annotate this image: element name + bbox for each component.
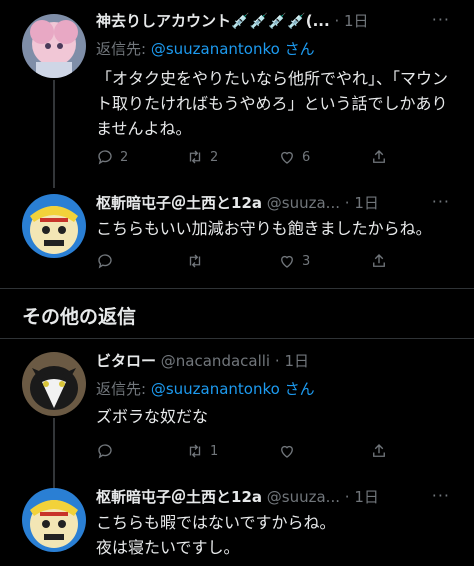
like-icon: [281, 151, 293, 164]
retweet-icon: [189, 254, 201, 268]
tweet-header: 枢斬暗屯子＠土西と12a @suuza... · 1日 ···: [96, 486, 464, 510]
like-count: 3: [302, 253, 311, 269]
reply-icon: [98, 254, 112, 269]
reply-button[interactable]: [96, 250, 120, 272]
more-icon[interactable]: ···: [432, 192, 450, 211]
divider: [0, 288, 474, 289]
reply-suffix: さん: [279, 40, 315, 58]
retweet-button[interactable]: 2: [186, 146, 218, 168]
share-icon: [373, 150, 385, 163]
avatar[interactable]: [22, 14, 86, 78]
tweet[interactable]: 枢斬暗屯子＠土西と12a @suuza... · 1日 ··· こちらもいい加減…: [0, 186, 474, 286]
tweet-header: ビタロー @nacandacalli · 1日: [96, 350, 464, 374]
avatar[interactable]: [22, 194, 86, 258]
retweet-icon: [189, 150, 201, 164]
retweet-button[interactable]: 1: [186, 440, 218, 462]
timestamp[interactable]: 1日: [344, 12, 369, 30]
separator-dot: ·: [344, 194, 350, 212]
reply-icon: [98, 444, 112, 459]
share-button[interactable]: [370, 146, 394, 168]
more-icon[interactable]: ···: [432, 486, 450, 505]
tweet[interactable]: 神去りしアカウント💉💉💉💉(... · 1日 ··· 返信先: @suuzana…: [0, 0, 474, 188]
separator-dot: ·: [344, 488, 350, 506]
reply-suffix: さん: [279, 380, 315, 398]
tweet-header: 枢斬暗屯子＠土西と12a @suuza... · 1日 ···: [96, 192, 464, 216]
retweet-button[interactable]: [186, 250, 210, 272]
display-name[interactable]: 枢斬暗屯子＠土西と12a: [96, 488, 262, 506]
user-handle[interactable]: @suuza...: [267, 488, 340, 506]
reply-mention-link[interactable]: @suuzanantonko: [151, 380, 280, 398]
tweet-text: こちらも暇ではないですからね。 夜は寝たいですし。: [96, 513, 336, 557]
tweet[interactable]: 枢斬暗屯子＠土西と12a @suuza... · 1日 ··· こちらも暇ではな…: [0, 480, 474, 566]
reply-to-label: 返信先:: [96, 380, 151, 398]
retweet-icon: [189, 444, 201, 458]
like-count: 6: [302, 149, 311, 165]
reply-icon: [98, 150, 112, 165]
like-button[interactable]: 6: [278, 146, 310, 168]
reply-button[interactable]: [96, 440, 120, 462]
timestamp[interactable]: 1日: [354, 194, 379, 212]
tweet-header: 神去りしアカウント💉💉💉💉(... · 1日 ···: [96, 10, 464, 34]
action-bar: 1: [96, 440, 396, 462]
retweet-count: 1: [210, 443, 219, 459]
reply-count: 2: [120, 149, 129, 165]
display-name[interactable]: ビタロー: [96, 352, 156, 370]
tweet-text: 「オタク史をやりたいなら他所でやれ」、「マウント取りたければもうやめろ」という話…: [96, 69, 449, 138]
user-handle[interactable]: @nacandacalli: [161, 352, 270, 370]
timestamp[interactable]: 1日: [284, 352, 309, 370]
user-handle[interactable]: @suuza...: [267, 194, 340, 212]
more-icon[interactable]: ···: [432, 10, 450, 29]
display-name[interactable]: 神去りしアカウント💉💉💉💉(...: [96, 12, 330, 30]
like-icon: [281, 445, 293, 458]
reply-to-line: 返信先: @suuzanantonko さん: [96, 378, 315, 399]
timestamp[interactable]: 1日: [354, 488, 379, 506]
display-name[interactable]: 枢斬暗屯子＠土西と12a: [96, 194, 262, 212]
action-bar: 2 2 6: [96, 146, 396, 168]
like-icon: [281, 255, 293, 268]
tweet-text: ズボラな奴だな: [96, 407, 209, 426]
share-button[interactable]: [370, 440, 394, 462]
share-icon: [373, 444, 385, 457]
retweet-count: 2: [210, 149, 219, 165]
thread-line: [53, 80, 55, 188]
separator-dot: ·: [334, 12, 340, 30]
reply-to-line: 返信先: @suuzanantonko さん: [96, 38, 315, 59]
section-title: その他の返信: [22, 306, 137, 328]
share-icon: [373, 254, 385, 267]
share-button[interactable]: [370, 250, 394, 272]
reply-mention-link[interactable]: @suuzanantonko: [151, 40, 280, 58]
avatar[interactable]: [22, 352, 86, 416]
reply-to-label: 返信先:: [96, 40, 151, 58]
like-button[interactable]: [278, 440, 302, 462]
separator-dot: ·: [274, 352, 280, 370]
reply-button[interactable]: 2: [96, 146, 128, 168]
tweet[interactable]: ビタロー @nacandacalli · 1日 返信先: @suuzananto…: [0, 346, 474, 498]
avatar[interactable]: [22, 488, 86, 552]
like-button[interactable]: 3: [278, 250, 310, 272]
tweet-text: こちらもいい加減お守りも飽きましたからね。: [96, 219, 432, 238]
divider: [0, 338, 474, 339]
action-bar: 3: [96, 250, 396, 272]
